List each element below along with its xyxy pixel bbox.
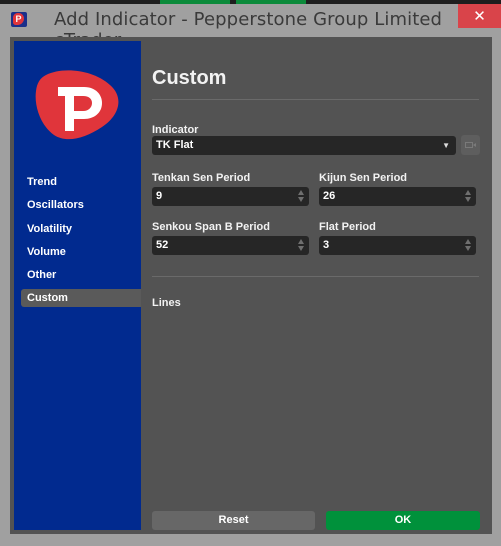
divider	[152, 276, 479, 277]
stepper-arrows-icon[interactable]	[465, 239, 471, 252]
kijun-sen-period-label: Kijun Sen Period	[319, 172, 408, 184]
app-logo-icon: P	[11, 12, 27, 27]
senkou-span-b-period-value: 52	[156, 239, 169, 251]
dialog-body: Trend Oscillators Volatility Volume Othe…	[10, 37, 492, 534]
sidebar-item-other[interactable]: Other	[21, 266, 141, 284]
senkou-span-b-period-input[interactable]: 52	[152, 236, 309, 255]
video-camera-lens-icon	[473, 143, 476, 147]
tenkan-sen-period-label: Tenkan Sen Period	[152, 172, 251, 184]
indicator-label: Indicator	[152, 124, 199, 136]
indicator-settings-panel: Custom Indicator TK Flat ▼ Tenkan Sen Pe…	[151, 37, 492, 534]
sidebar-item-volume[interactable]: Volume	[21, 243, 141, 261]
video-camera-icon	[465, 142, 473, 148]
chevron-down-icon: ▼	[442, 141, 450, 150]
flat-period-label: Flat Period	[319, 221, 376, 233]
senkou-span-b-period-label: Senkou Span B Period	[152, 221, 270, 233]
indicator-select[interactable]: TK Flat ▼	[152, 136, 456, 155]
reset-button[interactable]: Reset	[152, 511, 315, 530]
kijun-sen-period-input[interactable]: 26	[319, 187, 476, 206]
close-button[interactable]: ✕	[458, 4, 501, 28]
indicator-select-value: TK Flat	[156, 139, 194, 151]
tenkan-sen-period-input[interactable]: 9	[152, 187, 309, 206]
video-tutorial-button[interactable]	[461, 135, 480, 155]
sidebar-item-custom[interactable]: Custom	[21, 289, 141, 307]
stepper-arrows-icon[interactable]	[465, 190, 471, 203]
lines-section-label: Lines	[152, 297, 181, 309]
kijun-sen-period-value: 26	[323, 190, 336, 202]
sidebar-item-oscillators[interactable]: Oscillators	[21, 196, 141, 214]
category-sidebar: Trend Oscillators Volatility Volume Othe…	[14, 41, 141, 530]
stepper-arrows-icon[interactable]	[298, 190, 304, 203]
flat-period-value: 3	[323, 239, 330, 251]
ok-button[interactable]: OK	[326, 511, 480, 530]
tenkan-sen-period-value: 9	[156, 190, 163, 202]
sidebar-item-volatility[interactable]: Volatility	[21, 220, 141, 238]
sidebar-item-trend[interactable]: Trend	[21, 173, 141, 191]
pepperstone-logo-icon	[35, 70, 119, 140]
add-indicator-dialog: P Add Indicator - Pepperstone Group Limi…	[0, 4, 501, 546]
title-bar[interactable]: P Add Indicator - Pepperstone Group Limi…	[0, 4, 501, 51]
flat-period-input[interactable]: 3	[319, 236, 476, 255]
stepper-arrows-icon[interactable]	[298, 239, 304, 252]
divider	[152, 99, 479, 100]
page-title: Custom	[152, 67, 227, 89]
